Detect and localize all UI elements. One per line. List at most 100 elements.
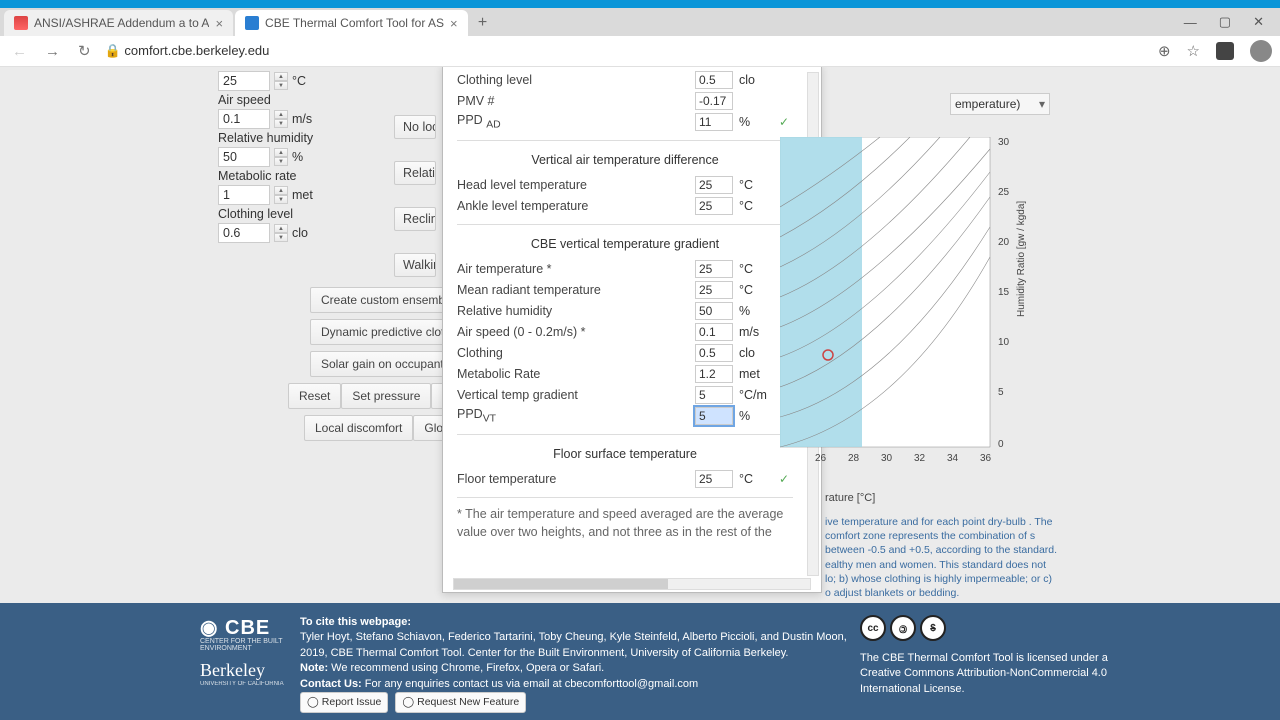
field-label: Relative humidity [457,304,695,318]
chart-caption: ive temperature and for each point dry-b… [825,515,1060,600]
minimize-icon[interactable]: — [1184,15,1197,30]
unit-label: m/s [739,325,775,339]
panel-scroll[interactable]: Clothing level0.5clo PMV #-0.17 PPD AD11… [443,67,807,578]
svg-text:25: 25 [998,187,1010,198]
field-label: Air temperature * [457,262,695,276]
close-icon[interactable]: × [215,16,223,31]
svg-text:20: 20 [998,237,1010,248]
activity-dropdown[interactable]: Reclinin [394,207,436,231]
nc-icon: $ [920,615,946,641]
spinner[interactable]: ▲▼ [274,72,288,90]
spinner[interactable]: ▲▼ [274,148,288,166]
reset-button[interactable]: Reset [288,383,341,409]
horizontal-scrollbar[interactable] [453,578,811,590]
head-temp-field[interactable]: 25 [695,176,733,194]
unit-label: met [292,188,313,202]
svg-text:34: 34 [947,453,959,464]
maximize-icon[interactable]: ▢ [1219,14,1231,30]
field-label: PPDVT [457,407,695,425]
local-discomfort-button[interactable]: Local discomfort [304,415,413,441]
section-title: Vertical air temperature difference [457,153,793,167]
air-speed-field[interactable]: 0.1 [695,323,733,341]
github-icon: ◯ [307,695,319,710]
air-speed-label: Air speed [218,93,438,107]
chart-selector[interactable]: emperature) [950,93,1050,115]
unit-label: °C [739,283,775,297]
field-label: Vertical temp gradient [457,388,695,402]
request-feature-button[interactable]: ◯Request New Feature [395,692,526,713]
lock-icon: 🔒 [105,43,121,58]
metabolic-field[interactable]: 1.2 [695,365,733,383]
unit-label: °C [739,178,775,192]
close-icon[interactable]: × [450,16,458,31]
solar-gain-button[interactable]: Solar gain on occupants [310,351,461,377]
page-content: 25 ▲▼ °C Air speed 0.1 ▲▼ m/s Relative h… [0,67,1280,603]
section-title: Floor surface temperature [457,447,793,461]
set-pressure-button[interactable]: Set pressure [341,383,431,409]
profile-icon[interactable] [1250,40,1272,62]
browser-tab-2[interactable]: CBE Thermal Comfort Tool for AS × [235,10,468,36]
unit-label: % [739,409,775,423]
air-speed-input[interactable]: 0.1 [218,109,270,129]
tab-title: ANSI/ASHRAE Addendum a to A [34,16,209,30]
unit-label: clo [739,346,775,360]
vtg-field[interactable]: 5 [695,386,733,404]
local-control-dropdown[interactable]: No loca [394,115,436,139]
pmv-field[interactable]: -0.17 [695,92,733,110]
extension-icon[interactable] [1216,42,1234,60]
svg-text:10: 10 [998,337,1010,348]
github-icon: ◯ [402,695,414,710]
local-discomfort-panel: Clothing level0.5clo PMV #-0.17 PPD AD11… [442,67,822,593]
spinner[interactable]: ▲▼ [274,224,288,242]
scrollbar-thumb[interactable] [454,579,668,589]
clothing-dropdown[interactable]: Walking [394,253,436,277]
unit-label: °C [739,262,775,276]
humidity-dropdown[interactable]: Relative [394,161,436,185]
window-controls: — ▢ ✕ [1184,8,1280,36]
footer-citation: To cite this webpage: Tyler Hoyt, Stefan… [300,615,860,720]
mrt-field[interactable]: 25 [695,281,733,299]
forward-icon[interactable]: → [41,41,64,62]
svg-text:26: 26 [815,453,827,464]
close-window-icon[interactable]: ✕ [1253,14,1264,30]
spinner[interactable]: ▲▼ [274,110,288,128]
svg-text:32: 32 [914,453,926,464]
browser-tab-strip: ANSI/ASHRAE Addendum a to A × CBE Therma… [0,8,1280,36]
cc-icon: cc [860,615,886,641]
unit-label: °C [739,472,775,486]
browser-tab-1[interactable]: ANSI/ASHRAE Addendum a to A × [4,10,233,36]
zoom-icon[interactable]: ⊕ [1158,42,1171,60]
unit-label: °C [292,74,306,88]
favicon-icon [14,16,28,30]
url-display[interactable]: 🔒 comfort.cbe.berkeley.edu [105,43,270,59]
ankle-temp-field[interactable]: 25 [695,197,733,215]
field-label: Floor temperature [457,472,695,486]
new-tab-button[interactable]: + [470,10,496,36]
temperature-input[interactable]: 25 [218,71,270,91]
back-icon[interactable]: ← [8,41,31,62]
ppd-field[interactable]: 11 [695,113,733,131]
clothing-level-field[interactable]: 0.5 [695,71,733,89]
floor-temp-field[interactable]: 25 [695,470,733,488]
svg-text:28: 28 [848,453,860,464]
x-axis-label: rature [°C] [825,492,875,504]
footer-logos: ◉ CBE CENTER FOR THE BUILT ENVIRONMENT B… [0,615,300,720]
metabolic-rate-input[interactable]: 1 [218,185,270,205]
air-temp-field[interactable]: 25 [695,260,733,278]
spinner[interactable]: ▲▼ [274,186,288,204]
ppdvt-field[interactable]: 5 [695,407,733,425]
field-label: Air speed (0 - 0.2m/s) * [457,325,695,339]
unit-label: °C [739,199,775,213]
unit-label: % [739,115,775,129]
clothing-level-input[interactable]: 0.6 [218,223,270,243]
chart-area: emperature) 30 25 20 15 10 5 0 26 28 30 … [780,77,1050,557]
dropdown-buttons: No loca Relative Reclinin Walking [394,115,436,299]
unit-label: met [739,367,775,381]
relative-humidity-input[interactable]: 50 [218,147,270,167]
rh-field[interactable]: 50 [695,302,733,320]
address-bar: ← → ↻ 🔒 comfort.cbe.berkeley.edu ⊕ ☆ [0,36,1280,67]
star-icon[interactable]: ☆ [1187,42,1200,60]
report-issue-button[interactable]: ◯Report Issue [300,692,388,713]
reload-icon[interactable]: ↻ [74,40,95,62]
clothing-field[interactable]: 0.5 [695,344,733,362]
